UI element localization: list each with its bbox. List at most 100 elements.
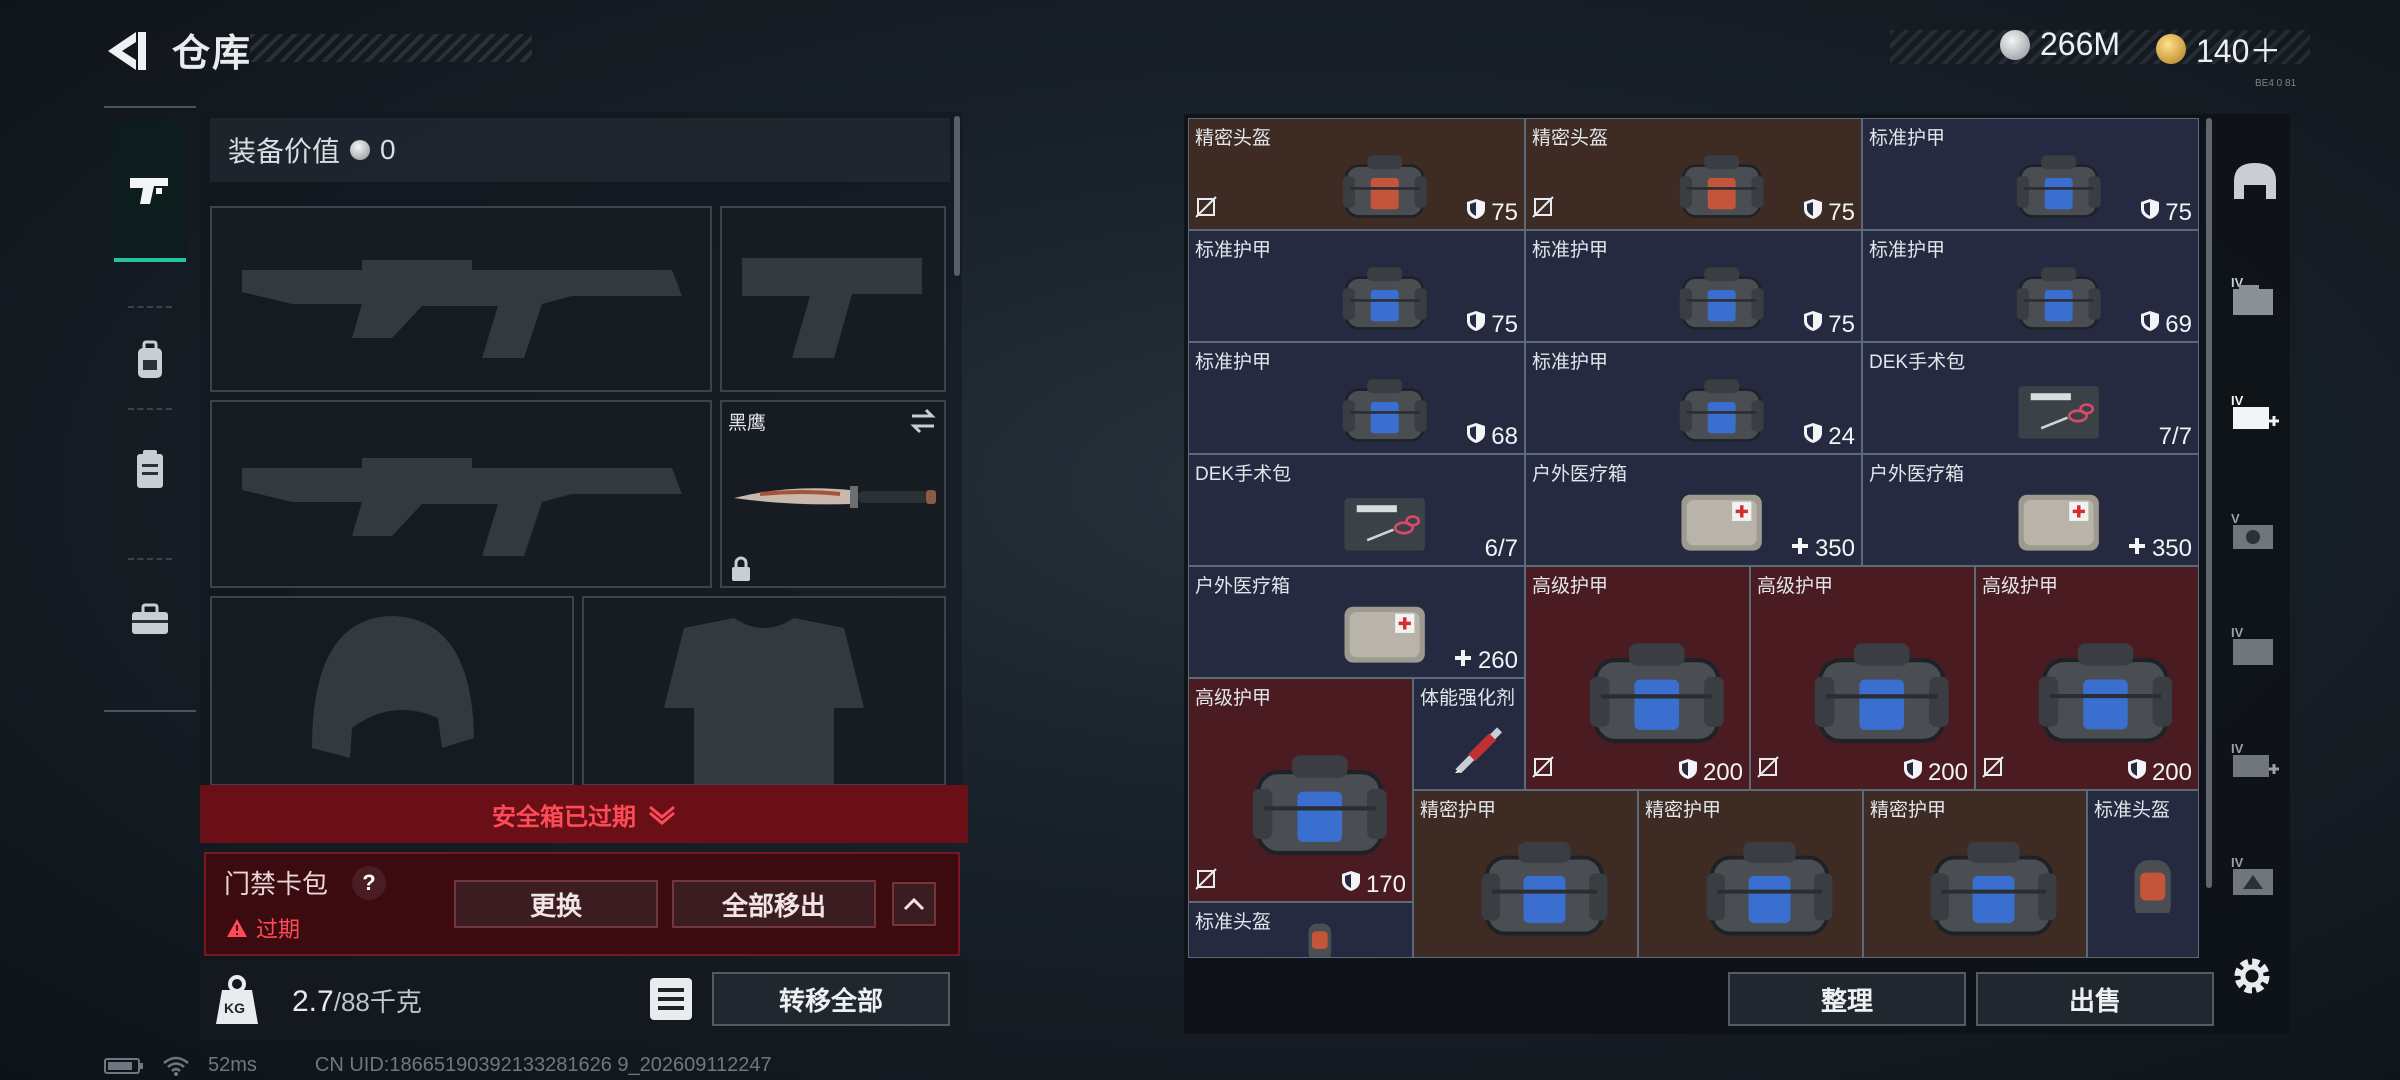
- stash-item[interactable]: DEK手术包 7/7: [1862, 342, 2199, 454]
- durability-icon: [1803, 422, 1823, 451]
- no-resale-icon: [1195, 196, 1217, 223]
- item-name: DEK手术包: [1195, 464, 1292, 485]
- no-resale-icon: [1195, 868, 1217, 895]
- stash-item[interactable]: 标准头盔: [2087, 790, 2199, 958]
- stash-scrollbar[interactable]: [2206, 118, 2212, 888]
- stash-item[interactable]: 体能强化剂: [1413, 678, 1525, 790]
- sort-button[interactable]: 整理: [1728, 972, 1966, 1026]
- item-name: 体能强化剂: [1420, 688, 1516, 709]
- keycard-expired-status: 过期: [226, 912, 300, 944]
- pistol-slot[interactable]: [720, 206, 946, 392]
- help-icon[interactable]: ?: [352, 866, 386, 900]
- stash-item[interactable]: 标准护甲 75: [1188, 230, 1525, 342]
- stash-item[interactable]: 标准头盔: [1188, 902, 1413, 958]
- stash-item[interactable]: DEK手术包 6/7: [1188, 454, 1525, 566]
- warning-icon: [227, 919, 247, 937]
- swap-icon[interactable]: [908, 408, 938, 434]
- stash-item[interactable]: 高级护甲 170: [1188, 678, 1413, 902]
- medkit-tier-4-icon[interactable]: IV: [2226, 384, 2284, 442]
- transfer-all-button[interactable]: 转移全部: [712, 972, 950, 1026]
- equipment-value-row: 装备价值 0: [210, 118, 950, 182]
- item-name: 户外医疗箱: [1195, 576, 1291, 597]
- helmet-icon: [1308, 923, 1331, 957]
- helmet-filter-icon[interactable]: [2226, 152, 2284, 210]
- primary-weapon-slot[interactable]: [210, 206, 712, 392]
- collapse-button[interactable]: [892, 882, 936, 926]
- case-tier-4-icon[interactable]: IV: [2226, 266, 2284, 324]
- bag-blue-icon: [1679, 378, 1764, 442]
- replace-button[interactable]: 更换: [454, 880, 658, 928]
- status-bar: 52ms CN UID:18665190392133281626 9_20260…: [104, 1054, 772, 1077]
- no-resale-icon: [1532, 196, 1554, 223]
- bag-orange-icon: [1342, 154, 1427, 218]
- rail-item-consumables[interactable]: [114, 414, 186, 524]
- durability-icon: [1678, 758, 1698, 787]
- svg-text:V: V: [2231, 511, 2240, 526]
- item-value: 350: [1790, 535, 1855, 563]
- bag-tier-5-icon[interactable]: V: [2226, 502, 2284, 560]
- stash-item[interactable]: 户外医疗箱 350: [1525, 454, 1862, 566]
- stash-item[interactable]: 精密头盔 75: [1188, 118, 1525, 230]
- stash-item[interactable]: 高级护甲 200: [1750, 566, 1975, 790]
- medbox-icon: [1681, 494, 1762, 551]
- stash-item[interactable]: 标准护甲 69: [1862, 230, 2199, 342]
- equipment-scrollbar[interactable]: [954, 116, 960, 276]
- svg-text:IV: IV: [2231, 855, 2244, 870]
- bag-blue-icon: [1679, 266, 1764, 330]
- rail-item-toolbox[interactable]: [114, 564, 186, 674]
- item-value: 75: [1803, 198, 1855, 227]
- medkit-tier-4b-icon[interactable]: IV: [2226, 732, 2284, 790]
- item-value: 350: [2127, 535, 2192, 563]
- item-name: 精密护甲: [1420, 800, 1497, 821]
- item-name: 标准护甲: [1195, 240, 1272, 261]
- battery-icon: [104, 1057, 143, 1074]
- stash-item[interactable]: 标准护甲 24: [1525, 342, 1862, 454]
- armor-slot[interactable]: [582, 596, 946, 786]
- rail-item-gear[interactable]: [114, 306, 186, 416]
- svg-text:IV: IV: [2231, 393, 2244, 408]
- keycard-title: 门禁卡包: [224, 869, 329, 899]
- gold-triangle-coin-icon: [2156, 34, 2186, 64]
- sell-button[interactable]: 出售: [1976, 972, 2214, 1026]
- melee-slot[interactable]: 黑鹰: [720, 400, 946, 588]
- currency-silver[interactable]: 266M: [2000, 26, 2120, 63]
- stash-item[interactable]: 户外医疗箱 260: [1188, 566, 1525, 678]
- svg-text:IV: IV: [2231, 741, 2244, 756]
- rail-item-weapons[interactable]: [114, 122, 186, 262]
- stash-item[interactable]: 高级护甲 200: [1525, 566, 1750, 790]
- durability-icon: [1466, 310, 1486, 339]
- stash-item[interactable]: 标准护甲 75: [1525, 230, 1862, 342]
- durability-icon: [2127, 758, 2147, 787]
- stash-item[interactable]: 高级护甲 200: [1975, 566, 2199, 790]
- item-name: DEK手术包: [1869, 352, 1966, 373]
- stash-item[interactable]: 精密护甲: [1638, 790, 1863, 958]
- back-button[interactable]: [100, 26, 150, 76]
- stash-item[interactable]: 精密护甲: [1413, 790, 1638, 958]
- durability-icon: [1903, 758, 1923, 787]
- case-tier-4b-icon[interactable]: IV: [2226, 616, 2284, 674]
- safebox-status: 安全箱已过期: [492, 803, 636, 831]
- currency-gold[interactable]: 140＋: [2156, 26, 2281, 72]
- secondary-weapon-slot[interactable]: [210, 400, 712, 588]
- helmet-slot[interactable]: [210, 596, 574, 786]
- durability-icon: [1803, 198, 1823, 227]
- stash-item[interactable]: 标准护甲 75: [1862, 118, 2199, 230]
- toolbox-icon: [132, 603, 168, 634]
- item-name: 标准头盔: [1195, 912, 1272, 933]
- stash-item[interactable]: 标准护甲 68: [1188, 342, 1525, 454]
- uid: CN UID:18665190392133281626 9_2026091122…: [314, 1054, 772, 1076]
- safebox-expired-bar[interactable]: 安全箱已过期: [200, 785, 968, 843]
- helmet-icon: [2134, 860, 2172, 913]
- list-view-button[interactable]: [650, 978, 692, 1020]
- item-tier-4-icon[interactable]: IV: [2226, 846, 2284, 904]
- silver-coin-icon: [2000, 29, 2030, 60]
- item-value: 68: [1466, 422, 1518, 451]
- item-value: 7/7: [2158, 423, 2192, 450]
- remove-all-button[interactable]: 全部移出: [672, 880, 876, 928]
- stash-item[interactable]: 户外医疗箱 350: [1862, 454, 2199, 566]
- equipment-value: 0: [380, 134, 396, 165]
- item-name: 标准头盔: [2094, 800, 2171, 821]
- settings-gear-icon[interactable]: [2228, 952, 2276, 1000]
- stash-item[interactable]: 精密头盔 75: [1525, 118, 1862, 230]
- stash-item[interactable]: 精密护甲: [1863, 790, 2087, 958]
